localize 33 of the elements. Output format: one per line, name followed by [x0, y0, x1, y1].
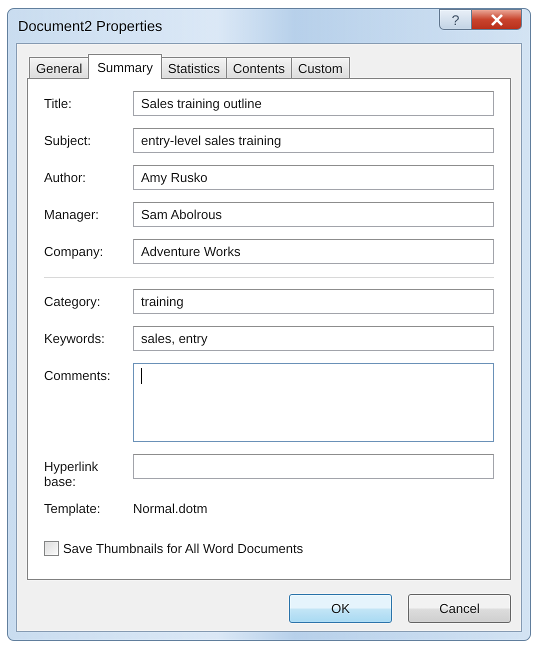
- template-value: Normal.dotm: [133, 501, 208, 516]
- tab[interactable]: Summary: [88, 54, 162, 79]
- input-field[interactable]: Sam Abolrous: [133, 202, 494, 227]
- field-label: Template:: [44, 501, 102, 516]
- field-label: Company:: [44, 243, 104, 259]
- tab[interactable]: Contents: [226, 57, 292, 78]
- ok-button[interactable]: OK: [289, 594, 392, 623]
- field-label: Author:: [44, 169, 87, 185]
- field-label: Comments:: [44, 367, 112, 383]
- cancel-button[interactable]: Cancel: [408, 594, 511, 623]
- input-field[interactable]: entry-level sales training: [133, 128, 494, 153]
- input-field[interactable]: Amy Rusko: [133, 165, 494, 190]
- input-field[interactable]: [133, 454, 494, 479]
- close-button[interactable]: [472, 9, 522, 30]
- field-label: Hyperlink base:: [44, 458, 100, 489]
- tab[interactable]: Statistics: [160, 57, 227, 78]
- window-title: Document2 Properties: [18, 19, 162, 35]
- field-label: Title:: [44, 95, 73, 111]
- input-field[interactable]: training: [133, 289, 494, 314]
- close-icon: [490, 14, 504, 26]
- checkbox-label: Save Thumbnails for All Word Documents: [63, 541, 304, 556]
- help-button[interactable]: ?: [439, 9, 472, 30]
- field-label: Manager:: [44, 206, 100, 222]
- tab[interactable]: General: [29, 57, 90, 78]
- input-field[interactable]: sales, entry: [133, 326, 494, 351]
- input-field[interactable]: Adventure Works: [133, 239, 494, 264]
- tab[interactable]: Custom: [290, 57, 350, 78]
- field-label: Category:: [44, 293, 102, 309]
- comments-box[interactable]: [133, 363, 494, 442]
- field-label: Subject:: [44, 132, 92, 148]
- input-field[interactable]: Sales training outline: [133, 91, 494, 116]
- field-label: Keywords:: [44, 330, 106, 346]
- checkbox[interactable]: [44, 541, 59, 556]
